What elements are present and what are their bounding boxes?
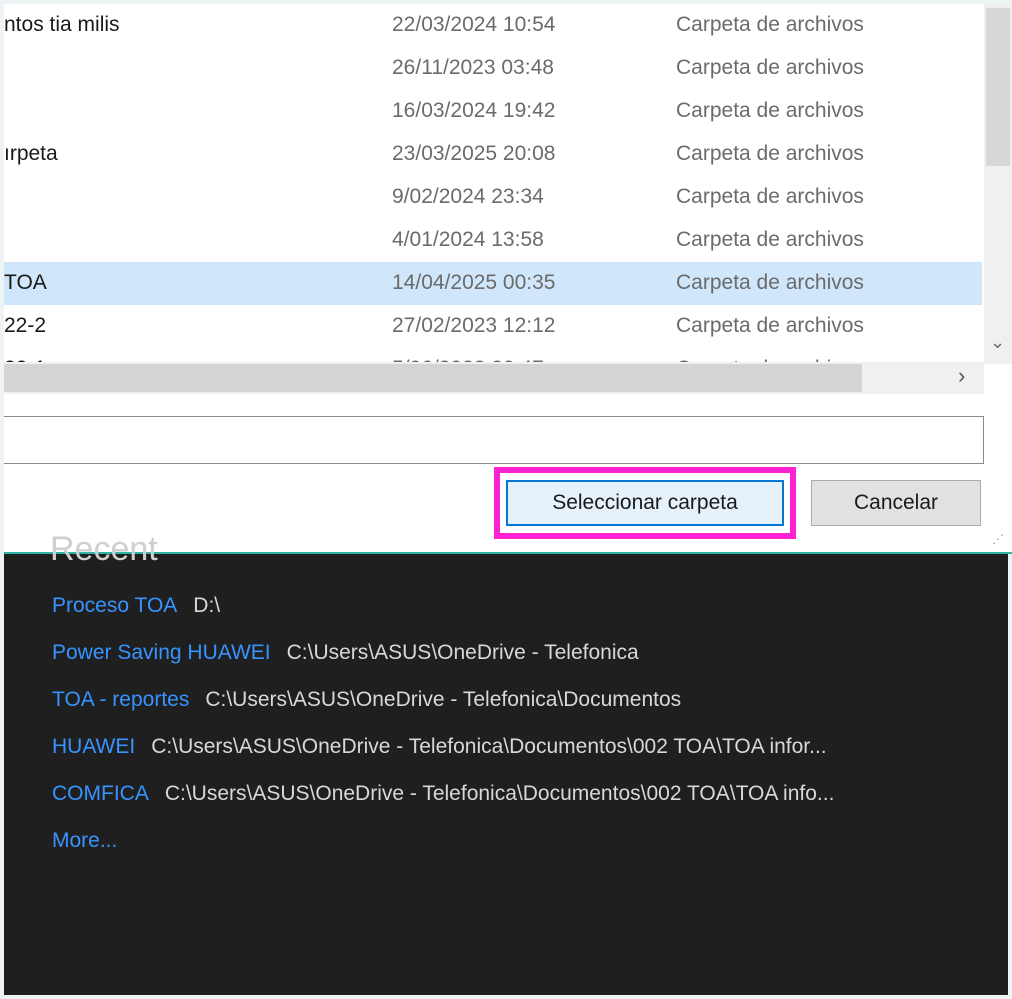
file-row[interactable]: ırpeta 23/03/2025 20:08 Carpeta de archivo… xyxy=(4,133,982,176)
recent-item-link[interactable]: Proceso TOA xyxy=(52,594,177,617)
recent-item-path: D:\ xyxy=(193,594,221,617)
file-date: 9/02/2024 23:34 xyxy=(392,185,544,208)
recent-item[interactable]: HUAWEI C:\Users\ASUS\OneDrive - Telefonic… xyxy=(52,735,827,765)
file-type: Carpeta de archivos xyxy=(676,13,864,36)
file-row[interactable]: 4/01/2024 13:58 Carpeta de archivos xyxy=(4,219,982,262)
vertical-scroll-thumb[interactable] xyxy=(986,8,1010,166)
screenshot-frame: ntos tia milis 22/03/2024 10:54 Carpeta de… xyxy=(0,0,1012,999)
file-date: 14/04/2025 00:35 xyxy=(392,271,556,294)
file-row[interactable]: 16/03/2024 19:42 Carpeta de archivos xyxy=(4,90,982,133)
file-list: ntos tia milis 22/03/2024 10:54 Carpeta de… xyxy=(4,4,984,364)
recent-item[interactable]: TOA - reportes C:\Users\ASUS\OneDrive - T… xyxy=(52,688,681,718)
file-name: ntos tia milis xyxy=(4,13,120,36)
file-type: Carpeta de archivos xyxy=(676,56,864,79)
folder-path-input[interactable] xyxy=(4,416,984,464)
file-row[interactable]: 26/11/2023 03:48 Carpeta de archivos xyxy=(4,47,982,90)
file-name: 22-2 xyxy=(4,314,47,337)
file-row[interactable]: 9/02/2024 23:34 Carpeta de archivos xyxy=(4,176,982,219)
horizontal-scrollbar[interactable]: › xyxy=(4,362,984,394)
file-type: Carpeta de archivos xyxy=(676,185,864,208)
file-date: 22/03/2024 10:54 xyxy=(392,13,556,36)
resize-grip-icon[interactable]: ⋰ xyxy=(992,532,1004,546)
recent-item-path: C:\Users\ASUS\OneDrive - Telefonica\Docu… xyxy=(164,782,835,805)
recent-item-path: C:\Users\ASUS\OneDrive - Telefonica\Docu… xyxy=(205,688,682,711)
file-type: Carpeta de archivos xyxy=(676,142,864,165)
recent-item[interactable]: Power Saving HUAWEI C:\Users\ASUS\OneDriv… xyxy=(52,641,639,671)
folder-picker-dialog: ntos tia milis 22/03/2024 10:54 Carpeta de… xyxy=(4,4,1012,554)
recent-item-link[interactable]: TOA - reportes xyxy=(52,688,189,711)
file-row[interactable]: 22-2 27/02/2023 12:12 Carpeta de archivos xyxy=(4,305,982,348)
file-type: Carpeta de archivos xyxy=(676,99,864,122)
file-date: 26/11/2023 03:48 xyxy=(392,56,554,79)
file-date: 16/03/2024 19:42 xyxy=(392,99,556,122)
scroll-right-icon[interactable]: › xyxy=(958,363,965,389)
recent-item-link[interactable]: HUAWEI xyxy=(52,735,135,758)
file-type: Carpeta de archivos xyxy=(676,314,864,337)
vertical-scrollbar[interactable]: ⌄ xyxy=(984,4,1012,364)
recent-title: Recent xyxy=(50,530,158,568)
recent-item[interactable]: Proceso TOA D:\ xyxy=(52,594,220,624)
scrollbar-corner xyxy=(984,364,1012,394)
cancel-button[interactable]: Cancelar xyxy=(811,480,981,526)
file-row[interactable]: TOA 14/04/2025 00:35 Carpeta de archivos xyxy=(4,262,982,305)
file-name: TOA xyxy=(4,271,47,294)
select-folder-button[interactable]: Seleccionar carpeta xyxy=(506,480,784,526)
more-link[interactable]: More... xyxy=(52,829,117,859)
scroll-down-icon[interactable]: ⌄ xyxy=(990,332,1005,353)
file-type: Carpeta de archivos xyxy=(676,228,864,251)
file-row[interactable]: ntos tia milis 22/03/2024 10:54 Carpeta de… xyxy=(4,4,982,47)
more-link-label[interactable]: More... xyxy=(52,829,117,852)
file-type: Carpeta de archivos xyxy=(676,271,864,294)
recent-item-link[interactable]: COMFICA xyxy=(52,782,149,805)
recent-item-link[interactable]: Power Saving HUAWEI xyxy=(52,641,271,664)
recent-item-path: C:\Users\ASUS\OneDrive - Telefonica xyxy=(286,641,639,664)
file-date: 23/03/2025 20:08 xyxy=(392,142,556,165)
recent-item-path: C:\Users\ASUS\OneDrive - Telefonica\Docu… xyxy=(151,735,827,758)
file-name: ırpeta xyxy=(4,142,58,165)
file-date: 4/01/2024 13:58 xyxy=(392,228,544,251)
recent-item[interactable]: COMFICA C:\Users\ASUS\OneDrive - Telefoni… xyxy=(52,782,834,812)
horizontal-scroll-thumb[interactable] xyxy=(4,364,862,392)
file-date: 27/02/2023 12:12 xyxy=(392,314,556,337)
